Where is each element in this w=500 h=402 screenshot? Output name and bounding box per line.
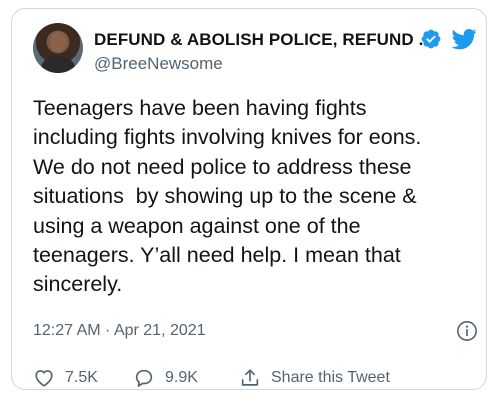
share-label: Share this Tweet (271, 369, 390, 386)
share-upload-icon (241, 369, 259, 386)
tweet-timestamp[interactable]: 12:27 AM · Apr 21, 2021 (33, 322, 206, 340)
heart-icon (35, 370, 53, 387)
divider (33, 355, 474, 356)
speech-bubble-icon (135, 369, 153, 387)
avatar-face (50, 32, 66, 52)
info-icon[interactable] (456, 320, 478, 342)
reply-count: 9.9K (165, 369, 198, 386)
reply-button[interactable]: 9.9K (133, 365, 198, 391)
author-handle[interactable]: @BreeNewsome (94, 54, 223, 74)
avatar[interactable] (33, 23, 83, 73)
tweet-card[interactable]: DEFUND & ABOLISH POLICE, REFUND ... @Bre… (11, 8, 487, 390)
avatar-body (41, 56, 75, 73)
tweet-text: Teenagers have been having fights includ… (33, 96, 422, 297)
like-button[interactable]: 7.5K (33, 365, 98, 391)
verified-badge-icon (421, 29, 441, 49)
author-display-name[interactable]: DEFUND & ABOLISH POLICE, REFUND ... (94, 30, 433, 50)
share-button[interactable]: Share this Tweet (239, 365, 390, 391)
like-count: 7.5K (65, 369, 98, 386)
twitter-bird-icon (451, 28, 477, 50)
